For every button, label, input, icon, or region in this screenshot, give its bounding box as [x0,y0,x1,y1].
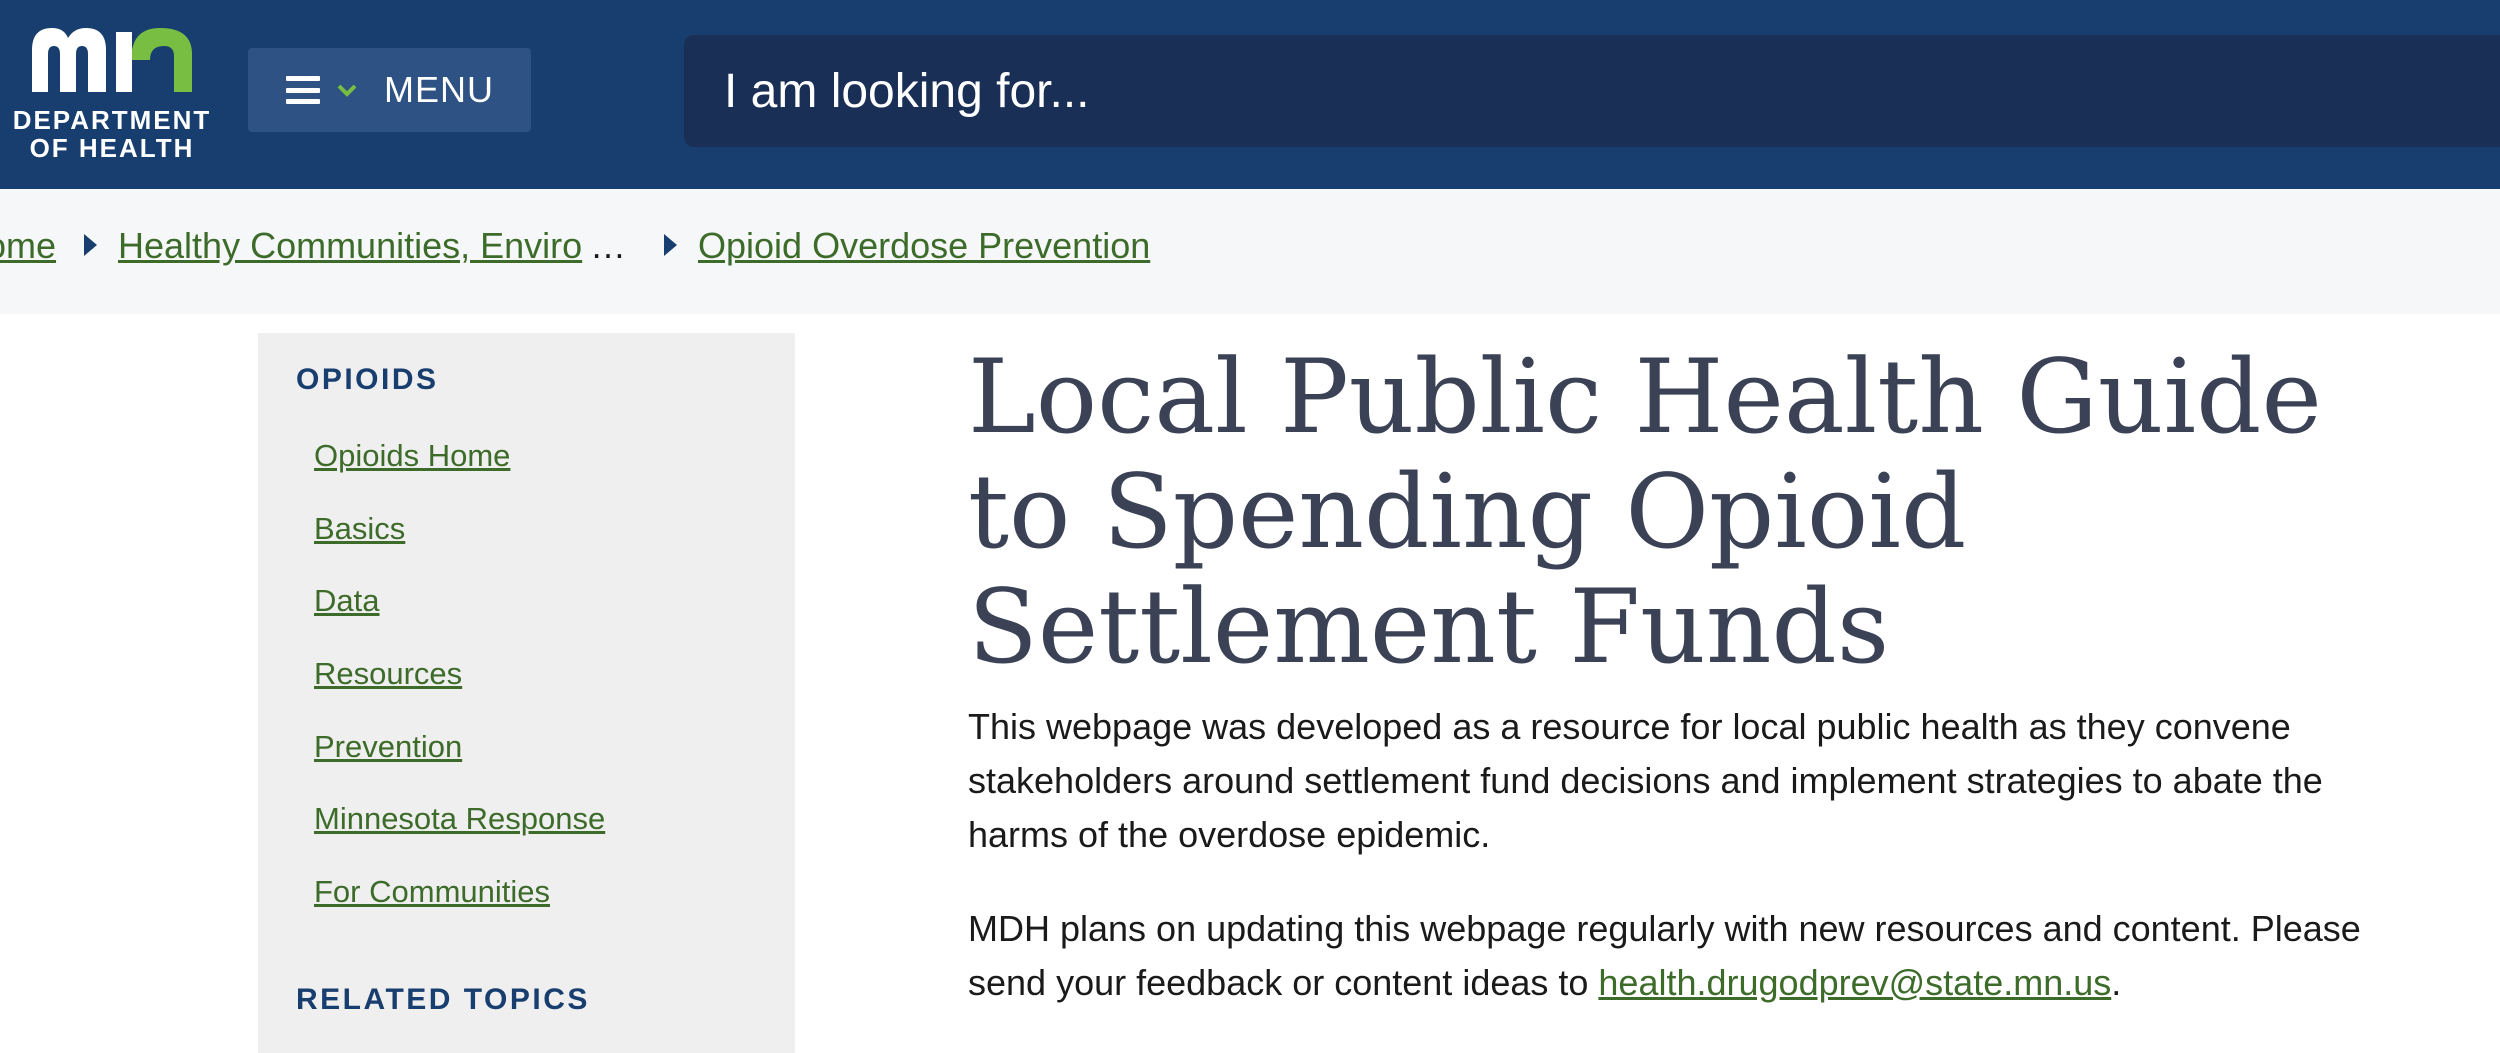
menu-button[interactable]: MENU [248,48,531,132]
mn-logo-icon [32,28,192,92]
page-title: Local Public Health Guide to Spending Op… [968,338,2322,687]
sidebar-item-minnesota-response[interactable]: Minnesota Response [314,801,605,837]
menu-label: MENU [384,69,494,110]
breadcrumb-arrow-icon [664,234,677,256]
sidebar-nav: OPIOIDS Opioids Home Basics Data Resourc… [258,333,795,1053]
update-end: . [2111,962,2122,1003]
site-header: DEPARTMENT OF HEALTH MENU I am looking f… [0,0,2500,189]
breadcrumb-ellipsis: … [590,225,626,266]
sidebar-item-resources[interactable]: Resources [314,656,462,692]
breadcrumb-healthy-communities[interactable]: Healthy Communities, Enviro [118,225,582,267]
logo-line-1: DEPARTMENT [12,105,212,135]
sidebar-item-data[interactable]: Data [314,583,379,619]
breadcrumb: Home Healthy Communities, Enviro … Opioi… [0,189,2500,314]
email-link[interactable]: health.drugodprev@state.mn.us [1598,962,2111,1003]
sidebar-related-topics-title: RELATED TOPICS [296,983,590,1016]
mdh-logo[interactable]: DEPARTMENT OF HEALTH [12,20,212,162]
chevron-down-icon [337,84,357,97]
update-paragraph: MDH plans on updating this webpage regul… [968,902,2388,1010]
sidebar-item-prevention[interactable]: Prevention [314,729,462,765]
sidebar-item-opioids-home[interactable]: Opioids Home [314,438,510,474]
sidebar-section-title: OPIOIDS [296,363,439,396]
breadcrumb-home[interactable]: Home [0,225,56,267]
sidebar-item-for-communities[interactable]: For Communities [314,874,550,910]
logo-wordmark: DEPARTMENT OF HEALTH [12,106,212,162]
sidebar-item-basics[interactable]: Basics [314,511,405,547]
breadcrumb-opioid-overdose-prevention[interactable]: Opioid Overdose Prevention [698,225,1150,267]
intro-paragraph: This webpage was developed as a resource… [968,706,2323,855]
search-input[interactable]: I am looking for... [684,35,2500,147]
hamburger-icon [286,73,320,107]
breadcrumb-arrow-icon [84,234,97,256]
search-placeholder: I am looking for... [724,64,1090,118]
logo-line-2: OF HEALTH [29,133,195,163]
